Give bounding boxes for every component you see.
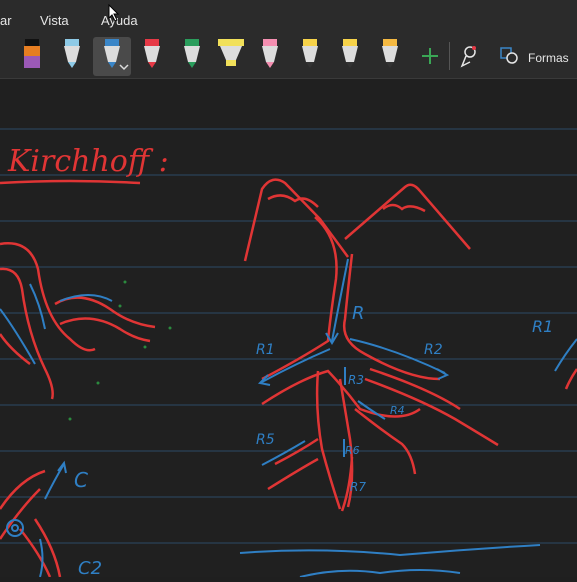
lasso-icon[interactable] [460, 46, 476, 68]
label-r4: R4 [390, 404, 405, 417]
shapes-label[interactable]: Formas [528, 51, 569, 65]
shapes-icon[interactable] [500, 47, 518, 64]
menu-item-view[interactable]: Vista [40, 13, 69, 28]
label-r7: R7 [350, 480, 366, 494]
label-c: C [74, 468, 88, 492]
pen-red-icon[interactable] [144, 39, 160, 68]
pen-set [24, 37, 518, 76]
label-r1-right: R1 [532, 317, 553, 336]
notebook-canvas[interactable]: Kirchhoff : R R1 R2 R3 R4 R5 R6 R7 C C2 … [0, 79, 577, 579]
label-r1: R1 [256, 342, 275, 358]
label-r5: R5 [256, 432, 275, 448]
handwritten-title: Kirchhoff : [7, 144, 169, 179]
menu-item-draw[interactable]: ar [0, 13, 12, 28]
pen-yellow-icon[interactable] [302, 39, 318, 68]
pen-orange-icon[interactable] [382, 39, 398, 68]
label-r2: R2 [424, 342, 443, 358]
label-r: R [352, 303, 365, 324]
resistor-labels: R R1 R2 R3 R4 R5 R6 R7 C C2 R1 [74, 303, 553, 579]
menu-bar: ar Vista Ayuda [0, 0, 577, 34]
mountain-sketch [243, 178, 471, 262]
mouse-cursor-icon [108, 4, 120, 22]
plus-icon[interactable] [422, 48, 438, 64]
ink-drawing: Kirchhoff : R R1 R2 R3 R4 R5 R6 R7 C C2 … [0, 128, 577, 579]
pen-toolbar: Formas [0, 34, 577, 79]
pen-yellow-2-icon[interactable] [342, 39, 358, 68]
title-underline [0, 179, 141, 185]
right-sketch [564, 368, 577, 390]
highlighter-yellow-icon[interactable] [218, 39, 244, 66]
pen-pink-icon[interactable] [262, 39, 278, 68]
toolbar-separator [449, 42, 450, 70]
pen-green-icon[interactable] [184, 39, 200, 68]
label-r6: R6 [345, 444, 360, 457]
right-arrow [554, 338, 577, 372]
label-r3: R3 [348, 373, 364, 387]
bottom-wave [239, 544, 541, 578]
label-c2: C2 [78, 558, 102, 577]
current-arrows [257, 258, 450, 466]
pen-lightblue-icon[interactable] [64, 39, 80, 68]
pen-purple-icon[interactable] [24, 39, 40, 68]
green-dots [68, 280, 172, 421]
